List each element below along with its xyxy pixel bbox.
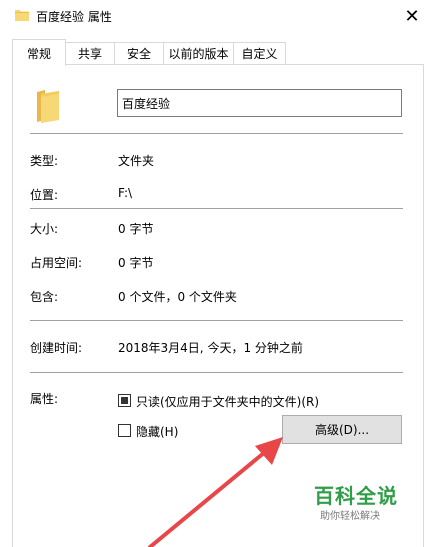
tab-general[interactable]: 常规 bbox=[12, 39, 66, 66]
tab-label: 常规 bbox=[26, 46, 51, 61]
watermark-subtitle: 助你轻松解决 bbox=[320, 511, 380, 522]
annotation-arrow bbox=[148, 437, 283, 547]
watermark-logo: 百科全说 bbox=[314, 484, 398, 508]
